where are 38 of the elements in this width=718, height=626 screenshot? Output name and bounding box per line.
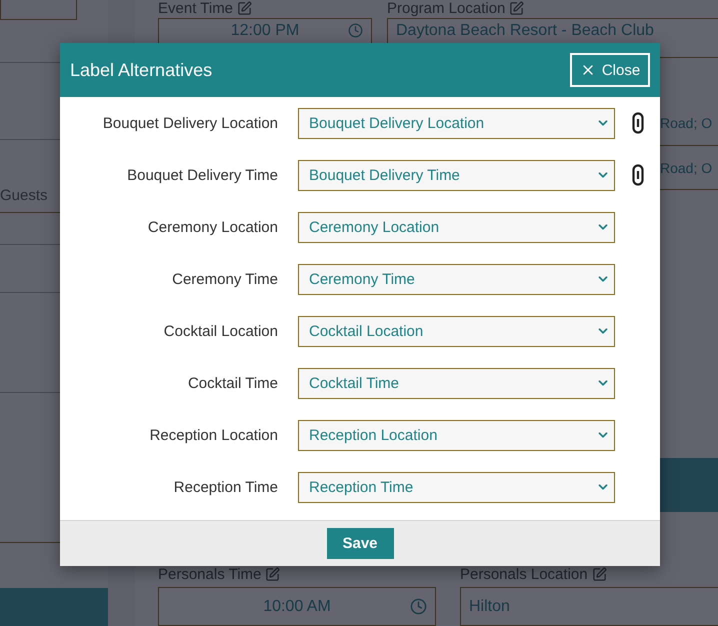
dropdown[interactable]: Ceremony Time	[298, 264, 615, 294]
row-label: Reception Time	[172, 478, 279, 496]
save-button[interactable]: Save	[326, 528, 394, 559]
dropdown[interactable]: Bouquet Delivery Time	[298, 160, 615, 190]
row-label: Bouquet Delivery Location	[102, 114, 279, 132]
dropdown[interactable]: Cocktail Time	[298, 368, 615, 398]
link-icon[interactable]	[632, 164, 644, 186]
field-label: Personals Location	[460, 566, 588, 584]
dropdown[interactable]: Ceremony Location	[298, 212, 615, 242]
field-label: Program Location	[387, 0, 506, 17]
row-label: Cocktail Location	[162, 322, 279, 340]
edit-icon[interactable]	[237, 1, 252, 16]
clock-icon	[348, 23, 363, 38]
edit-icon[interactable]	[509, 1, 524, 16]
dialog-title: Label Alternatives	[70, 60, 212, 80]
row-label: Ceremony Location	[146, 218, 279, 236]
close-button[interactable]: Close	[570, 53, 650, 87]
clock-icon	[410, 598, 427, 616]
time-field[interactable]: 10:00 AM	[158, 587, 436, 626]
field-label: Personals Time	[158, 566, 262, 584]
address-text: Road; O	[660, 114, 712, 130]
field-label: Guests	[0, 187, 48, 204]
link-icon[interactable]	[632, 112, 644, 134]
section-bar	[660, 458, 718, 512]
address-text: Road; O	[660, 160, 712, 176]
field-label: Event Time	[158, 0, 234, 17]
dropdown[interactable]: Reception Location	[298, 420, 615, 450]
row-label: Ceremony Time	[171, 270, 279, 288]
text-field[interactable]	[0, 0, 77, 20]
row-label: Reception Location	[148, 426, 279, 444]
row-label: Cocktail Time	[186, 374, 279, 392]
edit-icon[interactable]	[265, 567, 280, 582]
row-label: Bouquet Delivery Time	[126, 166, 279, 184]
location-field[interactable]: Hilton	[460, 587, 718, 626]
dropdown[interactable]: Bouquet Delivery Location	[298, 108, 615, 138]
edit-icon[interactable]	[592, 567, 607, 582]
dropdown[interactable]: Cocktail Location	[298, 316, 615, 346]
dropdown[interactable]: Reception Time	[298, 472, 615, 502]
